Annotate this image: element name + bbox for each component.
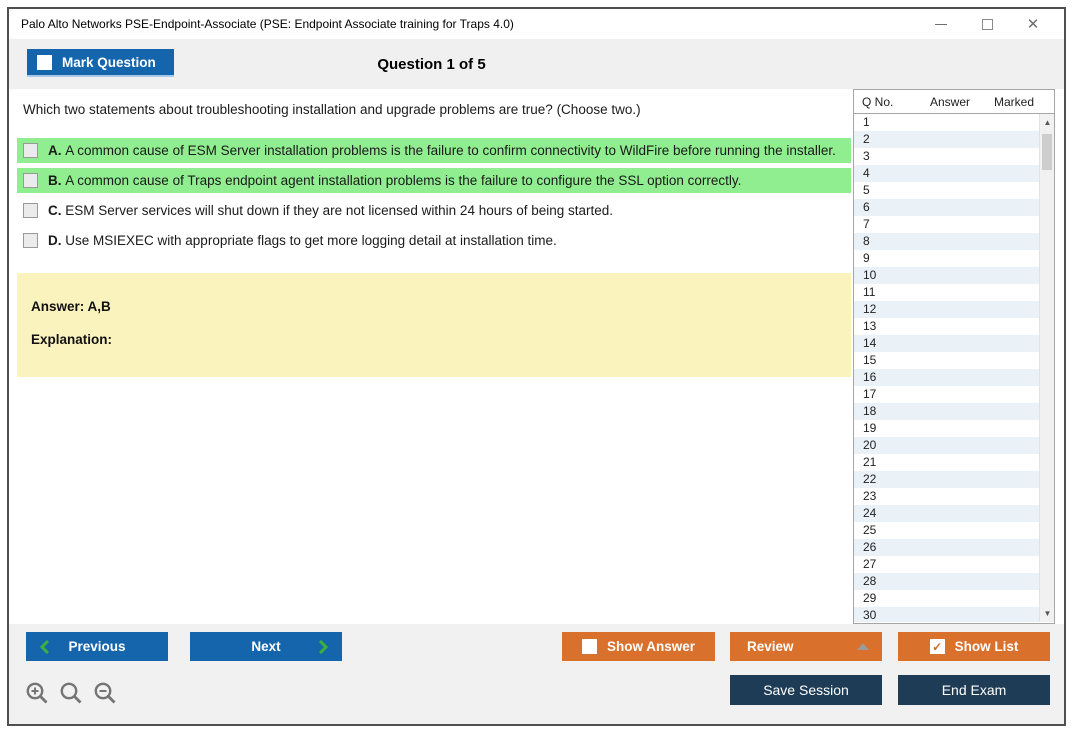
close-button[interactable]: ✕ bbox=[1010, 9, 1056, 39]
question-list-row[interactable]: 26 bbox=[854, 539, 1054, 556]
save-session-label: Save Session bbox=[763, 682, 849, 698]
title-bar: Palo Alto Networks PSE-Endpoint-Associat… bbox=[9, 9, 1064, 39]
chevron-left-icon bbox=[40, 640, 50, 654]
question-list-row[interactable]: 24 bbox=[854, 505, 1054, 522]
previous-label: Previous bbox=[68, 639, 125, 654]
option-checkbox[interactable] bbox=[23, 173, 38, 188]
question-text: Which two statements about troubleshooti… bbox=[23, 102, 851, 117]
review-label: Review bbox=[747, 639, 794, 654]
maximize-button[interactable] bbox=[964, 9, 1010, 39]
maximize-icon bbox=[982, 19, 993, 30]
question-list-body: 1234567891011121314151617181920212223242… bbox=[854, 114, 1054, 622]
footer-bar: Previous Next Show Answer Review ✓ Show … bbox=[9, 624, 1064, 724]
question-list-scrollbar[interactable]: ▲ ▼ bbox=[1039, 114, 1054, 622]
end-exam-button[interactable]: End Exam bbox=[898, 675, 1050, 705]
question-list-row[interactable]: 16 bbox=[854, 369, 1054, 386]
question-list-row[interactable]: 17 bbox=[854, 386, 1054, 403]
answer-box: Answer: A,B Explanation: bbox=[17, 273, 851, 377]
question-list-row[interactable]: 1 bbox=[854, 114, 1054, 131]
column-q-no: Q No. bbox=[862, 95, 893, 109]
question-list-row[interactable]: 15 bbox=[854, 352, 1054, 369]
option-checkbox[interactable] bbox=[23, 203, 38, 218]
show-answer-button[interactable]: Show Answer bbox=[562, 632, 715, 661]
show-answer-label: Show Answer bbox=[607, 639, 695, 654]
question-list-row[interactable]: 20 bbox=[854, 437, 1054, 454]
question-list-row[interactable]: 13 bbox=[854, 318, 1054, 335]
question-list-body-wrap: 1234567891011121314151617181920212223242… bbox=[854, 114, 1054, 622]
question-list-row[interactable]: 29 bbox=[854, 590, 1054, 607]
window-title: Palo Alto Networks PSE-Endpoint-Associat… bbox=[9, 17, 514, 31]
window-controls: ✕ bbox=[918, 9, 1056, 39]
answer-option-c[interactable]: C. ESM Server services will shut down if… bbox=[17, 198, 851, 223]
option-text: C. ESM Server services will shut down if… bbox=[48, 201, 613, 220]
scrollbar-thumb[interactable] bbox=[1042, 134, 1052, 170]
show-list-label: Show List bbox=[955, 639, 1019, 654]
option-text: B. A common cause of Traps endpoint agen… bbox=[48, 171, 741, 190]
minimize-icon bbox=[935, 24, 947, 25]
question-list-row[interactable]: 11 bbox=[854, 284, 1054, 301]
column-marked: Marked bbox=[994, 95, 1034, 109]
question-list-row[interactable]: 5 bbox=[854, 182, 1054, 199]
close-icon: ✕ bbox=[1027, 17, 1040, 32]
question-list-row[interactable]: 7 bbox=[854, 216, 1054, 233]
next-label: Next bbox=[251, 639, 280, 654]
answer-option-d[interactable]: D. Use MSIEXEC with appropriate flags to… bbox=[17, 228, 851, 253]
next-button[interactable]: Next bbox=[190, 632, 342, 661]
question-list-row[interactable]: 21 bbox=[854, 454, 1054, 471]
question-list-panel: Q No. Answer Marked 12345678910111213141… bbox=[853, 89, 1055, 624]
question-list-row[interactable]: 10 bbox=[854, 267, 1054, 284]
options-list: A. A common cause of ESM Server installa… bbox=[17, 138, 851, 254]
question-list-row[interactable]: 27 bbox=[854, 556, 1054, 573]
zoom-out-icon[interactable] bbox=[93, 681, 118, 711]
question-list-row[interactable]: 18 bbox=[854, 403, 1054, 420]
question-list-row[interactable]: 25 bbox=[854, 522, 1054, 539]
question-list-row[interactable]: 8 bbox=[854, 233, 1054, 250]
question-list-row[interactable]: 12 bbox=[854, 301, 1054, 318]
answer-option-a[interactable]: A. A common cause of ESM Server installa… bbox=[17, 138, 851, 163]
scroll-up-button[interactable]: ▲ bbox=[1040, 115, 1054, 130]
app-window: Palo Alto Networks PSE-Endpoint-Associat… bbox=[7, 7, 1066, 726]
question-list-row[interactable]: 28 bbox=[854, 573, 1054, 590]
question-list-row[interactable]: 22 bbox=[854, 471, 1054, 488]
minimize-button[interactable] bbox=[918, 9, 964, 39]
question-list-row[interactable]: 2 bbox=[854, 131, 1054, 148]
triangle-up-icon bbox=[857, 643, 869, 650]
zoom-tools bbox=[25, 681, 118, 711]
chevron-right-icon bbox=[318, 640, 328, 654]
checkbox-icon bbox=[582, 639, 597, 654]
save-session-button[interactable]: Save Session bbox=[730, 675, 882, 705]
main-content: Which two statements about troubleshooti… bbox=[9, 89, 1064, 624]
question-pane: Which two statements about troubleshooti… bbox=[17, 89, 851, 377]
question-list-header: Q No. Answer Marked bbox=[854, 90, 1054, 114]
question-list-row[interactable]: 14 bbox=[854, 335, 1054, 352]
answer-option-b[interactable]: B. A common cause of Traps endpoint agen… bbox=[17, 168, 851, 193]
question-list-row[interactable]: 3 bbox=[854, 148, 1054, 165]
option-checkbox[interactable] bbox=[23, 143, 38, 158]
zoom-in-icon[interactable] bbox=[25, 681, 50, 711]
question-list-row[interactable]: 23 bbox=[854, 488, 1054, 505]
answer-text: Answer: A,B bbox=[31, 299, 837, 314]
previous-button[interactable]: Previous bbox=[26, 632, 168, 661]
review-button[interactable]: Review bbox=[730, 632, 882, 661]
checkbox-checked-icon: ✓ bbox=[930, 639, 945, 654]
option-text: D. Use MSIEXEC with appropriate flags to… bbox=[48, 231, 557, 250]
option-checkbox[interactable] bbox=[23, 233, 38, 248]
question-list-row[interactable]: 4 bbox=[854, 165, 1054, 182]
question-list-row[interactable]: 30 bbox=[854, 607, 1054, 622]
question-header-bar: Mark Question Question 1 of 5 bbox=[9, 39, 1064, 89]
question-list-row[interactable]: 19 bbox=[854, 420, 1054, 437]
column-answer: Answer bbox=[930, 95, 970, 109]
scroll-down-button[interactable]: ▼ bbox=[1040, 606, 1054, 621]
show-list-button[interactable]: ✓ Show List bbox=[898, 632, 1050, 661]
question-counter: Question 1 of 5 bbox=[9, 39, 854, 89]
end-exam-label: End Exam bbox=[942, 682, 1007, 698]
option-text: A. A common cause of ESM Server installa… bbox=[48, 141, 836, 160]
question-list-row[interactable]: 9 bbox=[854, 250, 1054, 267]
zoom-reset-icon[interactable] bbox=[59, 681, 84, 711]
question-list-row[interactable]: 6 bbox=[854, 199, 1054, 216]
explanation-label: Explanation: bbox=[31, 332, 837, 347]
